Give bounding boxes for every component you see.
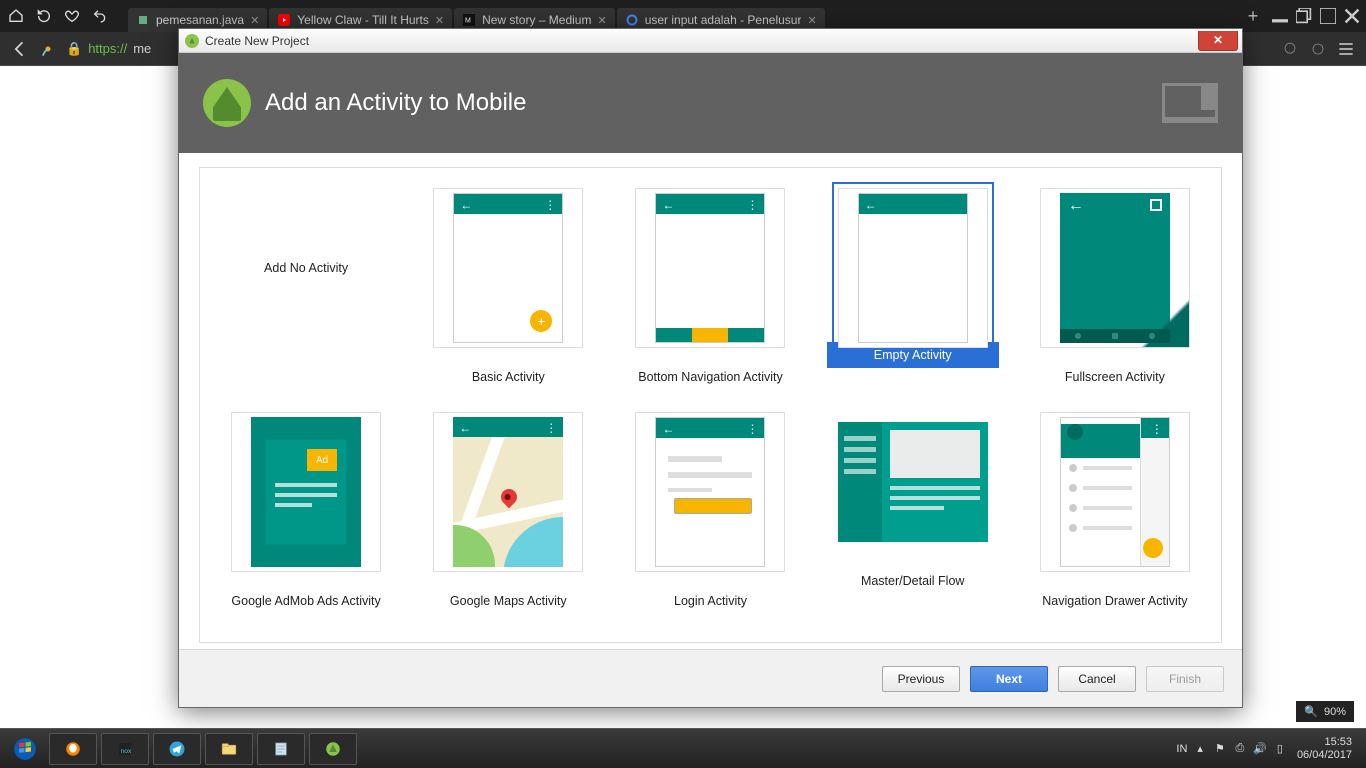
taskbar-app-ucbrowser[interactable]	[49, 733, 97, 765]
tray-battery-icon[interactable]: ▯	[1273, 742, 1287, 756]
restore-icon[interactable]	[1296, 8, 1312, 24]
bookmark-icon[interactable]	[1280, 39, 1300, 59]
template-label: Navigation Drawer Activity	[1029, 590, 1201, 612]
template-label: Bottom Navigation Activity	[624, 366, 796, 388]
template-thumb: Add No Activity	[231, 188, 381, 348]
svg-text:nox: nox	[121, 747, 133, 754]
template-label: Basic Activity	[422, 366, 594, 388]
template-empty[interactable]: ←Empty Activity	[827, 182, 999, 388]
template-label: Master/Detail Flow	[827, 570, 999, 592]
dialog-close-button[interactable]: ✕	[1198, 31, 1238, 51]
cancel-button[interactable]: Cancel	[1058, 666, 1136, 692]
magnifier-icon: 🔍	[1304, 705, 1318, 718]
dialog-footer: Previous Next Cancel Finish	[179, 649, 1242, 707]
window-controls	[1272, 8, 1360, 24]
dialog-header: Add an Activity to Mobile	[179, 53, 1242, 153]
tab-favicon-icon	[625, 13, 639, 27]
template-label: Login Activity	[624, 590, 796, 612]
windows-taskbar: nox IN ▴ ⚑ ⎙ 🔊 ▯ 15:53 06/04/2017	[0, 728, 1366, 768]
template-bottom[interactable]: ←⋮ Bottom Navigation Activity	[624, 182, 796, 388]
tray-volume-icon[interactable]: 🔊	[1253, 742, 1267, 756]
dialog-titlebar[interactable]: Create New Project ✕	[179, 29, 1242, 53]
svg-text:M: M	[465, 18, 471, 25]
tab-close-icon[interactable]: ✕	[597, 14, 606, 27]
template-thumb: ←⋮	[433, 412, 583, 572]
template-thumb: ←⋮+	[433, 188, 583, 348]
zoom-value: 90%	[1324, 706, 1346, 718]
start-button[interactable]	[4, 733, 46, 765]
taskbar-clock[interactable]: 15:53 06/04/2017	[1297, 736, 1352, 760]
android-studio-logo-icon	[203, 79, 251, 127]
template-thumb: Ad	[231, 412, 381, 572]
template-full[interactable]: ← Fullscreen Activity	[1029, 182, 1201, 388]
taskbar-app-notepad[interactable]	[257, 733, 305, 765]
tab-close-icon[interactable]: ✕	[807, 14, 816, 27]
tray-icons: ⚑ ⎙ 🔊 ▯	[1213, 742, 1287, 756]
previous-button[interactable]: Previous	[882, 666, 960, 692]
tray-flag-icon[interactable]: ⚑	[1213, 742, 1227, 756]
taskbar-app-nox[interactable]: nox	[101, 733, 149, 765]
template-nav[interactable]: ⋮ Navigation Drawer Activity	[1029, 406, 1201, 612]
tab-favicon-icon	[277, 13, 291, 27]
tab-favicon-icon: M	[462, 13, 476, 27]
taskbar-app-explorer[interactable]	[205, 733, 253, 765]
tab-label: New story – Medium	[482, 13, 591, 27]
back-icon[interactable]	[10, 39, 30, 59]
template-thumb: ←⋮	[635, 188, 785, 348]
template-master[interactable]: Master/Detail Flow	[827, 406, 999, 612]
android-studio-icon	[185, 34, 199, 48]
url-text: me	[133, 41, 151, 56]
clock-time: 15:53	[1297, 736, 1352, 748]
clock-date: 06/04/2017	[1297, 749, 1352, 761]
tray-chevron-icon[interactable]: ▴	[1197, 742, 1203, 755]
input-language[interactable]: IN	[1176, 743, 1187, 755]
template-label: Fullscreen Activity	[1029, 366, 1201, 388]
minimize-icon[interactable]	[1272, 8, 1288, 24]
heart-icon[interactable]	[62, 6, 82, 26]
tray-network-icon[interactable]: ⎙	[1233, 742, 1247, 756]
taskbar-app-androidstudio[interactable]	[309, 733, 357, 765]
template-admob[interactable]: Ad Google AdMob Ads Activity	[220, 406, 392, 612]
tab-label: user input adalah - Penelusur	[645, 13, 802, 27]
tab-favicon-icon	[136, 13, 150, 27]
template-basic[interactable]: ←⋮+ Basic Activity	[422, 182, 594, 388]
rocket-icon[interactable]	[38, 39, 58, 59]
template-login[interactable]: ←⋮ Login Activity	[624, 406, 796, 612]
tab-label: pemesanan.java	[156, 13, 244, 27]
template-none[interactable]: Add No Activity.	[220, 182, 392, 388]
template-thumb: ⋮	[1040, 412, 1190, 572]
new-tab-button[interactable]: +	[1242, 5, 1264, 27]
undo-icon[interactable]	[90, 6, 110, 26]
close-icon[interactable]	[1344, 8, 1360, 24]
dialog-heading: Add an Activity to Mobile	[265, 89, 526, 117]
maximize-icon[interactable]	[1320, 8, 1336, 24]
system-tray: IN ▴ ⚑ ⎙ 🔊 ▯ 15:53 06/04/2017	[1176, 736, 1362, 760]
create-project-dialog: Create New Project ✕ Add an Activity to …	[178, 28, 1243, 708]
template-maps[interactable]: ←⋮ Google Maps Activity	[422, 406, 594, 612]
lock-icon: 🔒	[66, 41, 82, 57]
template-thumb	[838, 412, 988, 552]
finish-button: Finish	[1146, 666, 1224, 692]
device-icon	[1162, 83, 1218, 123]
tab-label: Yellow Claw - Till It Hurts	[297, 13, 429, 27]
template-label: Google Maps Activity	[422, 590, 594, 612]
url-protocol: https://	[88, 41, 127, 56]
menu-icon[interactable]	[1336, 39, 1356, 59]
reload-icon[interactable]	[34, 6, 54, 26]
template-grid: Add No Activity.←⋮+Basic Activity←⋮Botto…	[199, 167, 1222, 643]
dialog-title: Create New Project	[205, 34, 309, 48]
tab-close-icon[interactable]: ✕	[435, 14, 444, 27]
next-button[interactable]: Next	[970, 666, 1048, 692]
template-thumb: ←	[838, 188, 988, 348]
template-thumb: ←	[1040, 188, 1190, 348]
dialog-content: Add No Activity.←⋮+Basic Activity←⋮Botto…	[179, 153, 1242, 649]
home-icon[interactable]	[6, 6, 26, 26]
zoom-indicator[interactable]: 🔍 90%	[1296, 701, 1354, 722]
taskbar-app-telegram[interactable]	[153, 733, 201, 765]
template-label: Google AdMob Ads Activity	[220, 590, 392, 612]
extensions-icon[interactable]	[1308, 39, 1328, 59]
tab-close-icon[interactable]: ✕	[250, 14, 259, 27]
template-thumb: ←⋮	[635, 412, 785, 572]
